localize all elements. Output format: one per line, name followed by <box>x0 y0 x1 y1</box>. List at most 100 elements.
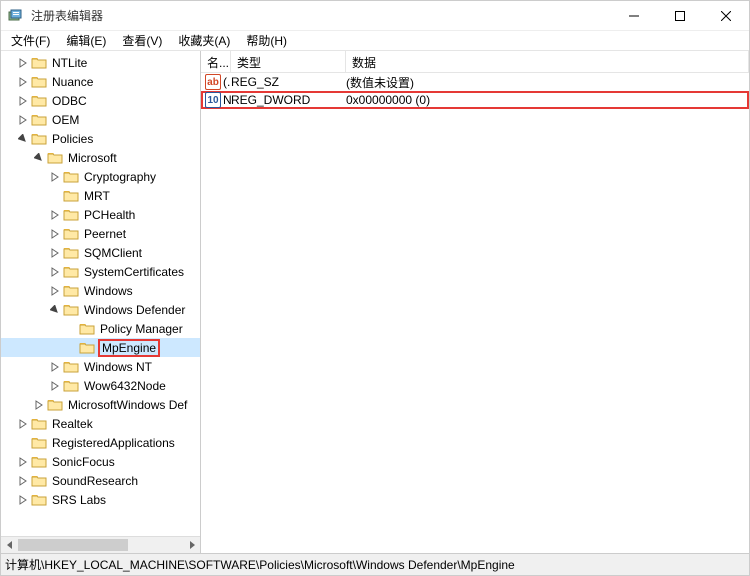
value-name: N <box>223 93 231 107</box>
tree-node-label: Peernet <box>82 227 128 241</box>
tree-node[interactable]: SoundResearch <box>1 471 200 490</box>
chevron-right-icon[interactable] <box>17 475 29 487</box>
tree-node[interactable]: Windows NT <box>1 357 200 376</box>
value-row[interactable]: 10NREG_DWORD0x00000000 (0) <box>201 91 749 109</box>
chevron-right-icon[interactable] <box>17 456 29 468</box>
tree-node-label: RegisteredApplications <box>50 436 177 450</box>
tree-node[interactable]: Realtek <box>1 414 200 433</box>
tree-node[interactable]: MRT <box>1 186 200 205</box>
tree-node[interactable]: MicrosoftWindows Def <box>1 395 200 414</box>
value-data: 0x00000000 (0) <box>346 93 747 107</box>
chevron-down-icon[interactable] <box>33 152 45 164</box>
value-data: (数值未设置) <box>346 74 749 91</box>
scroll-track[interactable] <box>18 537 183 553</box>
col-data[interactable]: 数据 <box>346 51 749 72</box>
maximize-button[interactable] <box>657 1 703 30</box>
tree-node[interactable]: Policies <box>1 129 200 148</box>
tree-node[interactable]: RegisteredApplications <box>1 433 200 452</box>
title-bar: 注册表编辑器 <box>1 1 749 31</box>
folder-icon <box>63 379 79 393</box>
tree-node[interactable]: Peernet <box>1 224 200 243</box>
tree-node-label: Windows NT <box>82 360 154 374</box>
chevron-down-icon[interactable] <box>49 304 61 316</box>
menu-favorites[interactable]: 收藏夹(A) <box>170 31 238 50</box>
chevron-right-icon[interactable] <box>17 418 29 430</box>
tree-node[interactable]: OEM <box>1 110 200 129</box>
chevron-right-icon[interactable] <box>49 266 61 278</box>
menu-view[interactable]: 查看(V) <box>114 31 170 50</box>
minimize-button[interactable] <box>611 1 657 30</box>
chevron-right-icon[interactable] <box>49 209 61 221</box>
window-controls <box>611 1 749 30</box>
tree-node[interactable]: PCHealth <box>1 205 200 224</box>
tree-node-label: MicrosoftWindows Def <box>66 398 189 412</box>
tree-node-label: Policy Manager <box>98 322 185 336</box>
chevron-right-icon[interactable] <box>17 95 29 107</box>
folder-icon <box>31 436 47 450</box>
tree-node-label: MRT <box>82 189 112 203</box>
menu-file[interactable]: 文件(F) <box>3 31 58 50</box>
tree-node[interactable]: Nuance <box>1 72 200 91</box>
tree-node-label: Microsoft <box>66 151 119 165</box>
chevron-right-icon[interactable] <box>49 380 61 392</box>
tree-node-label: SonicFocus <box>50 455 117 469</box>
column-headers: 名... 类型 数据 <box>201 51 749 73</box>
chevron-right-icon[interactable] <box>49 228 61 240</box>
tree-node[interactable]: Microsoft <box>1 148 200 167</box>
chevron-right-icon[interactable] <box>49 171 61 183</box>
chevron-right-icon[interactable] <box>49 361 61 373</box>
tree-expand-spacer <box>49 190 61 202</box>
chevron-right-icon[interactable] <box>49 285 61 297</box>
scroll-right-icon[interactable] <box>183 537 200 554</box>
folder-icon <box>31 113 47 127</box>
chevron-down-icon[interactable] <box>17 133 29 145</box>
folder-icon <box>31 75 47 89</box>
value-rows: ab(.REG_SZ(数值未设置)10NREG_DWORD0x00000000 … <box>201 73 749 553</box>
folder-icon <box>63 208 79 222</box>
menu-edit[interactable]: 编辑(E) <box>58 31 114 50</box>
tree-node-label: PCHealth <box>82 208 137 222</box>
tree-node-label: SoundResearch <box>50 474 140 488</box>
tree-h-scrollbar[interactable] <box>1 536 200 553</box>
tree-node[interactable]: ODBC <box>1 91 200 110</box>
tree-node[interactable]: NTLite <box>1 53 200 72</box>
tree-expand-spacer <box>17 437 29 449</box>
folder-icon <box>63 170 79 184</box>
tree-node-label: MpEngine <box>98 339 160 357</box>
tree-node[interactable]: Policy Manager <box>1 319 200 338</box>
chevron-right-icon[interactable] <box>33 399 45 411</box>
scroll-left-icon[interactable] <box>1 537 18 554</box>
menu-help[interactable]: 帮助(H) <box>238 31 295 50</box>
tree-node[interactable]: SonicFocus <box>1 452 200 471</box>
menu-bar: 文件(F) 编辑(E) 查看(V) 收藏夹(A) 帮助(H) <box>1 31 749 51</box>
folder-icon <box>31 455 47 469</box>
close-button[interactable] <box>703 1 749 30</box>
value-row[interactable]: ab(.REG_SZ(数值未设置) <box>201 73 749 91</box>
folder-icon <box>63 303 79 317</box>
tree-node-label: OEM <box>50 113 81 127</box>
tree-node[interactable]: SQMClient <box>1 243 200 262</box>
folder-icon <box>31 474 47 488</box>
chevron-right-icon[interactable] <box>17 494 29 506</box>
tree-node-label: Windows <box>82 284 135 298</box>
status-path: 计算机\HKEY_LOCAL_MACHINE\SOFTWARE\Policies… <box>5 556 515 573</box>
chevron-right-icon[interactable] <box>49 247 61 259</box>
chevron-right-icon[interactable] <box>17 76 29 88</box>
tree[interactable]: NTLiteNuance ODBC OEM Policies Microsoft Cryp… <box>1 51 200 553</box>
tree-node[interactable]: Windows Defender <box>1 300 200 319</box>
tree-node[interactable]: Windows <box>1 281 200 300</box>
scroll-thumb[interactable] <box>18 539 128 551</box>
tree-node[interactable]: Cryptography <box>1 167 200 186</box>
folder-icon <box>47 398 63 412</box>
tree-node-label: ODBC <box>50 94 89 108</box>
tree-expand-spacer <box>65 342 77 354</box>
tree-node[interactable]: SystemCertificates <box>1 262 200 281</box>
col-type[interactable]: 类型 <box>231 51 346 72</box>
col-name[interactable]: 名... <box>201 51 231 72</box>
tree-node[interactable]: Wow6432Node <box>1 376 200 395</box>
tree-node[interactable]: MpEngine <box>1 338 200 357</box>
chevron-right-icon[interactable] <box>17 114 29 126</box>
tree-node[interactable]: SRS Labs <box>1 490 200 509</box>
chevron-right-icon[interactable] <box>17 57 29 69</box>
tree-node-label: SystemCertificates <box>82 265 186 279</box>
